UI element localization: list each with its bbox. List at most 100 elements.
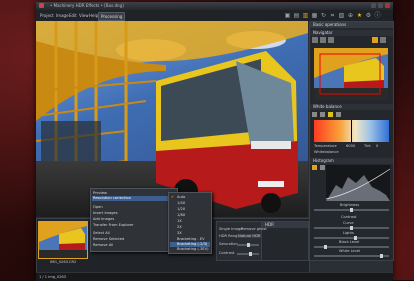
processing-button[interactable]: Processing [98, 12, 126, 21]
menu-item-add-images[interactable]: Add Images [93, 217, 114, 221]
histogram-chart [326, 165, 390, 201]
menu-project[interactable]: Project [40, 13, 54, 18]
histogram-rgb-icon[interactable] [312, 165, 317, 170]
menu-item-insert-images[interactable]: Insert Images [93, 211, 118, 215]
submenu-item-eighth[interactable]: 1/8X [177, 213, 185, 217]
menu-image[interactable]: Image [56, 13, 69, 18]
thumbnail-item[interactable] [38, 221, 88, 259]
submenu-item-auto[interactable]: Auto [177, 195, 185, 199]
histogram-luma-icon[interactable] [320, 165, 325, 170]
curve-slider[interactable] [314, 226, 389, 230]
brightness-slider[interactable] [314, 208, 389, 212]
menu-item-open[interactable]: Open [93, 205, 103, 209]
tool-icon[interactable] [312, 37, 318, 43]
menu-item-select-all[interactable]: Select All [93, 231, 110, 235]
slider-knob[interactable] [380, 254, 383, 258]
tint-label: Tint [364, 144, 371, 148]
saturation-label: Saturation [219, 242, 238, 246]
tool-icon[interactable] [372, 37, 378, 43]
thumbnail-filename: IMG_0263.CR2 [50, 260, 77, 264]
submenu-item-bracketing-ev[interactable]: Bracketing - EV [177, 237, 205, 241]
hdr-header: HDR [262, 222, 308, 228]
menu-help[interactable]: Help [89, 13, 98, 18]
close-icon[interactable] [385, 3, 390, 8]
lights-label: Lights [343, 231, 354, 235]
lights-slider[interactable] [314, 236, 389, 240]
status-left: 1 / 1 img_0263 [39, 275, 66, 279]
remove-ghost-option[interactable]: Remove ghost [241, 227, 267, 231]
print-icon[interactable]: ▦ [311, 12, 318, 19]
contrast-label: Contrast [341, 215, 357, 219]
save-icon[interactable]: ▤ [293, 12, 300, 19]
menu-view[interactable]: View [79, 13, 89, 18]
sun-icon[interactable] [328, 112, 333, 117]
menu-item-preview[interactable]: Preview [93, 191, 107, 195]
context-menu: Preview Resolution correction Open Inser… [90, 188, 178, 252]
app-icon [39, 3, 44, 8]
hdr-panel: HDR [261, 221, 309, 261]
rotate-icon[interactable]: ↻ [320, 12, 327, 19]
zoom-icon[interactable]: ⊕ [347, 12, 354, 19]
brightness-label: Brightness [340, 203, 360, 207]
hdr-contrast-slider[interactable] [237, 252, 259, 256]
black-level-label: Black Level [339, 240, 360, 244]
crop-icon[interactable]: ⌗ [329, 12, 336, 19]
navigator-header[interactable]: Navigator [310, 30, 393, 36]
submenu-item-bracketing-3ev[interactable]: Bracketing (-3EV) [177, 247, 209, 251]
menu-item-remove-selected[interactable]: Remove Selected [93, 237, 124, 241]
white-balance-header[interactable]: White balance [310, 104, 393, 110]
window-title: • Machinery HDR Effects • [Bus.dng] [50, 3, 124, 8]
submenu-item-half[interactable]: 1/2X [177, 207, 185, 211]
right-panel: Basic operations Navigator White balance… [309, 21, 394, 261]
application-window: • Machinery HDR Effects • [Bus.dng] Proj… [36, 2, 394, 281]
tool-icon[interactable] [380, 37, 386, 43]
temperature-label: Temperature [314, 144, 337, 148]
temperature-value[interactable]: 6000 [346, 144, 355, 148]
submenu-item-2x[interactable]: 2X [177, 225, 182, 229]
submenu: ✔ Auto 1/4X 1/2X 1/8X 1X 2X 3X Bracketin… [168, 192, 212, 254]
thumbnail-image [39, 222, 87, 258]
cloud-icon[interactable] [336, 112, 341, 117]
tool-icon[interactable] [328, 37, 334, 43]
white-level-label: White Level [339, 249, 361, 253]
wb-preset[interactable]: Whitebalance [314, 150, 339, 154]
slider-knob[interactable] [247, 243, 250, 247]
submenu-item-1x[interactable]: 1X [177, 219, 182, 223]
folder-icon[interactable]: ▥ [302, 12, 309, 19]
submenu-item-quarter[interactable]: 1/4X [177, 201, 185, 205]
hdr-contrast-label: Contrast [219, 251, 235, 255]
hdr-options-panel: Single Image Remove ghost HDR Range Natu… [216, 221, 267, 261]
slider-knob[interactable] [350, 226, 353, 230]
histogram-header[interactable]: Histogram [310, 158, 393, 164]
black-level-slider[interactable] [314, 245, 389, 249]
hdr-range-select[interactable]: Natural HDR [237, 234, 262, 238]
slider-knob[interactable] [324, 245, 327, 249]
maximize-icon[interactable] [378, 3, 383, 8]
submenu-check-icon: ✔ [171, 195, 175, 199]
wb-auto-icon[interactable] [320, 112, 325, 117]
single-image-option[interactable]: Single Image [219, 227, 242, 231]
menu-item-remove-all[interactable]: Remove All [93, 243, 113, 247]
star-icon[interactable]: ★ [356, 12, 363, 19]
basic-operations-header: Basic operations [310, 22, 393, 28]
settings-icon[interactable]: ⚙ [365, 12, 372, 19]
wb-picker-icon[interactable] [312, 112, 317, 117]
title-bar: • Machinery HDR Effects • [Bus.dng] [36, 2, 393, 10]
white-level-slider[interactable] [314, 254, 389, 258]
grid-icon[interactable]: ▧ [338, 12, 345, 19]
tool-icon[interactable] [320, 37, 326, 43]
menu-item-resolution-correction[interactable]: Resolution correction [93, 196, 131, 200]
submenu-item-3x[interactable]: 3X [177, 231, 182, 235]
submenu-item-bracketing-selected[interactable]: Bracketing (-2/3) [177, 242, 207, 246]
navigator-thumbnail[interactable] [314, 48, 388, 100]
minimize-icon[interactable] [371, 3, 376, 8]
tint-value[interactable]: 0 [376, 144, 378, 148]
open-icon[interactable]: ▣ [284, 12, 291, 19]
slider-knob[interactable] [350, 208, 353, 212]
slider-knob[interactable] [249, 252, 252, 256]
menu-edit[interactable]: Edit [69, 13, 77, 18]
saturation-slider[interactable] [237, 243, 259, 247]
curve-label: Curve [343, 221, 354, 225]
menu-item-transfer[interactable]: Transfer From Explorer [93, 223, 134, 227]
info-icon[interactable]: ⓘ [374, 12, 381, 19]
